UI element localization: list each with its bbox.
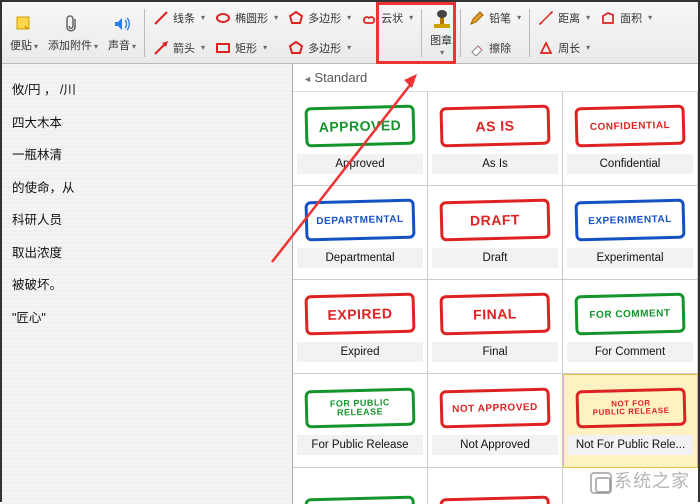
pencil-icon [469,10,485,26]
stamp-label: For Comment [567,342,693,362]
stamp-label: Approved [297,154,423,174]
doc-line: 科研人员 [12,204,286,237]
attach-button[interactable]: 添加附件▾ [44,4,102,62]
stamp-not-for-public-release[interactable]: NOT FORPUBLIC RELEASE Not For Public Rele… [563,374,698,468]
doc-line: 的使命，从 [12,172,286,205]
stamp-frame: EXPIRED [304,292,415,335]
stamp-label: Departmental [297,248,423,268]
stamp-top-secret[interactable]: TOP SECRET [428,468,563,504]
toolbar: 便贴▾ 添加附件▾ 声音▾ 线条▾ 箭头▾ 椭圆形▾ 矩形▾ 多边形▾ 多边形▾… [2,2,698,64]
stamp-draft[interactable]: DRAFT Draft [428,186,563,280]
stamp-frame: NOT FORPUBLIC RELEASE [575,388,686,429]
stamp-label: Not For Public Rele... [568,435,693,455]
stamp-for-public-release[interactable]: FOR PUBLICRELEASE For Public Release [293,374,428,468]
polygon2-button[interactable]: 多边形▾ [284,34,355,62]
rect-icon [215,40,231,56]
stamp-expired[interactable]: EXPIRED Expired [293,280,428,374]
stamp-sold[interactable]: SOLD [293,468,428,504]
stamp-for-comment[interactable]: FOR COMMENT For Comment [563,280,698,374]
polygon-button[interactable]: 多边形▾ [284,4,355,32]
cloud-icon [361,10,377,26]
stamp-grid: APPROVED Approved AS IS As Is CONFIDENTIAL Co… [293,92,698,504]
doc-line: "匠心" [12,302,286,335]
ellipse-icon [215,10,231,26]
area-icon [600,10,616,26]
stamp-label: Expired [297,342,423,362]
stamp-label: For Public Release [297,435,423,455]
stamp-frame: FINAL [439,292,550,335]
doc-line: 攸/円 ， /川 [12,74,286,107]
sound-icon [111,13,133,35]
area-button[interactable]: 面积▾ [596,4,656,32]
stamp-frame: FOR COMMENT [574,292,685,335]
line-icon [153,10,169,26]
erase-button[interactable]: 擦除 [465,34,525,62]
stamp-experimental[interactable]: EXPERIMENTAL Experimental [563,186,698,280]
stamp-frame: DEPARTMENTAL [304,198,415,241]
eraser-icon [469,40,485,56]
perimeter-button[interactable]: 周长▾ [534,34,594,62]
distance-icon [538,10,554,26]
stamp-departmental[interactable]: DEPARTMENTAL Departmental [293,186,428,280]
stamp-confidential[interactable]: CONFIDENTIAL Confidential [563,92,698,186]
distance-button[interactable]: 距离▾ [534,4,594,32]
stamp-label: Final [432,342,558,362]
stamp-frame: TOP SECRET [440,495,551,504]
polygon2-icon [288,40,304,56]
note-icon [13,13,35,35]
doc-line: 四大木本 [12,107,286,140]
stamp-label: As Is [432,154,558,174]
pencil-button[interactable]: 铅笔▾ [465,4,525,32]
perimeter-icon [538,40,554,56]
stamp-not-approved[interactable]: NOT APPROVED Not Approved [428,374,563,468]
stamp-frame: DRAFT [439,198,550,241]
stamp-frame: AS IS [439,104,550,147]
ellipse-button[interactable]: 椭圆形▾ [211,4,282,32]
stamp-frame: EXPERIMENTAL [574,198,685,241]
doc-line: 一瓶林清 [12,139,286,172]
stamp-category-header[interactable]: Standard [293,64,698,92]
stamp-frame: FOR PUBLICRELEASE [305,387,416,428]
stamp-button[interactable]: 图章 ▾ [426,4,456,62]
stamp-label: Not Approved [432,435,558,455]
stamp-frame: SOLD [305,495,416,504]
stamp-icon [430,8,452,30]
stamp-label: Confidential [567,154,693,174]
line-button[interactable]: 线条▾ [149,4,209,32]
stamp-approved[interactable]: APPROVED Approved [293,92,428,186]
stamp-label: Draft [432,248,558,268]
sound-button[interactable]: 声音▾ [104,4,140,62]
arrow-button[interactable]: 箭头▾ [149,34,209,62]
arrow-icon [153,40,169,56]
stamp-as-is[interactable]: AS IS As Is [428,92,563,186]
stamp-frame: APPROVED [304,104,415,147]
doc-line: 取出浓度 [12,237,286,270]
cloud-button[interactable]: 云状▾ [357,4,417,32]
doc-line: 被破坏。 [12,269,286,302]
polygon-icon [288,10,304,26]
stamp-frame: CONFIDENTIAL [574,104,685,147]
rect-button[interactable]: 矩形▾ [211,34,282,62]
stamp-final[interactable]: FINAL Final [428,280,563,374]
document-area: 攸/円 ， /川 四大木本 一瓶林清 的使命，从 科研人员 取出浓度 被破坏。 … [2,64,292,504]
stamp-panel: Standard APPROVEDApprovedAS ISAs IsCONFI… [292,64,698,504]
paperclip-icon [62,13,84,35]
stamp-frame: NOT APPROVED [440,387,551,428]
note-button[interactable]: 便贴▾ [6,4,42,62]
stamp-label: Experimental [567,248,693,268]
